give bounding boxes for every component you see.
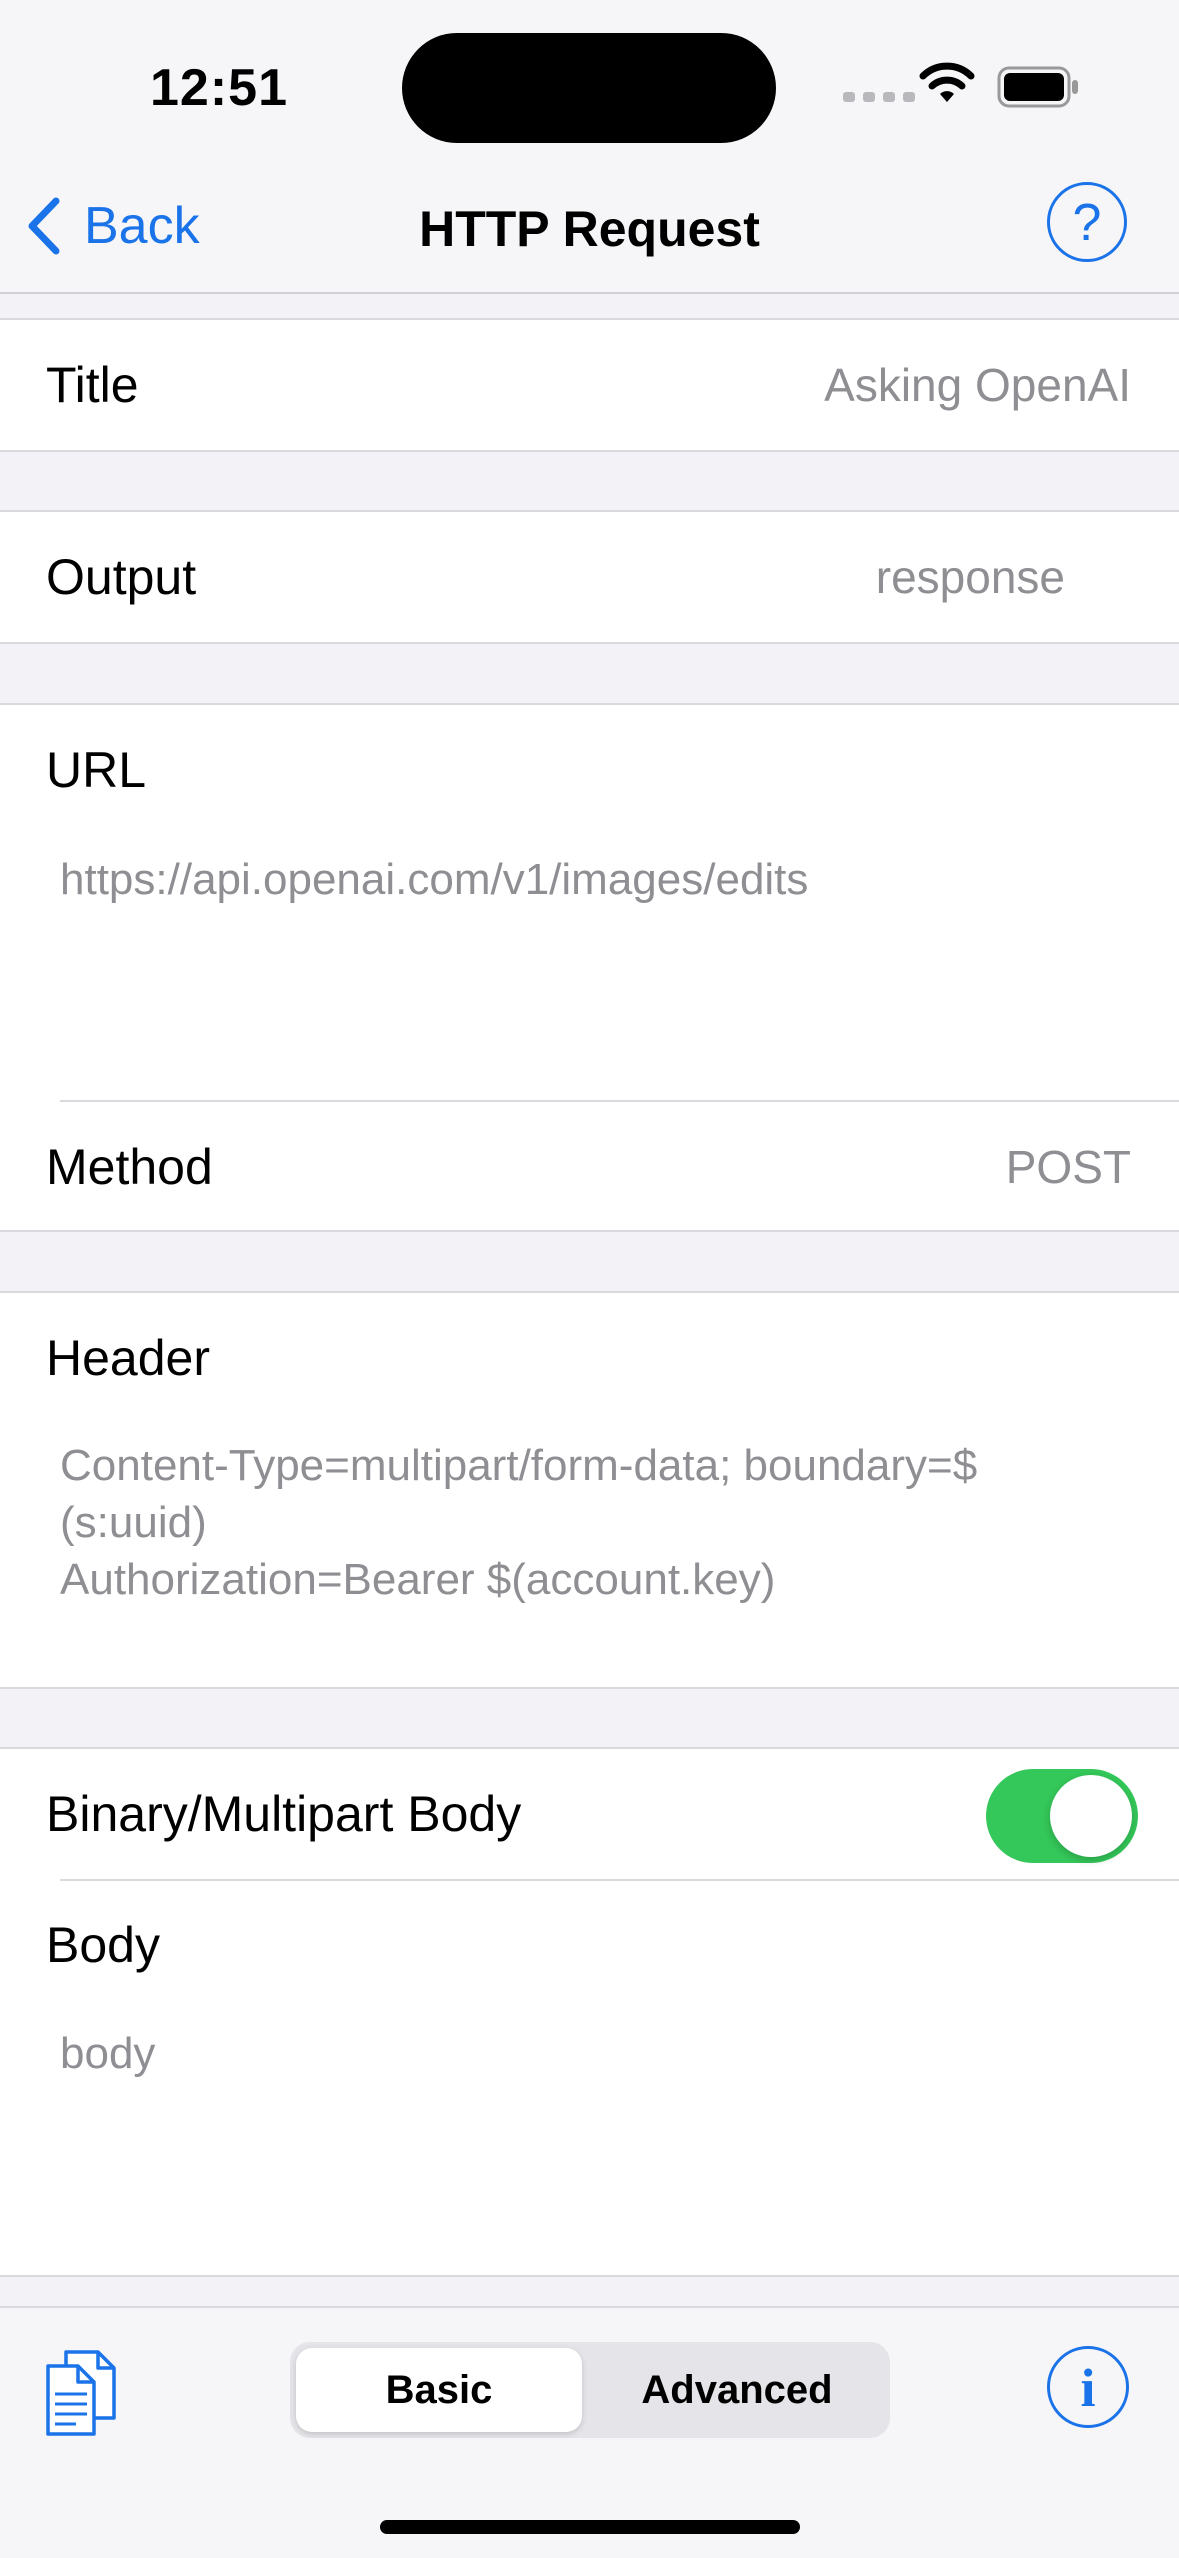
binary-body-label: Binary/Multipart Body: [46, 1786, 522, 1842]
status-bar: 12:51: [0, 0, 1179, 160]
output-group: Output response: [0, 510, 1179, 644]
divider: [60, 1879, 1179, 1881]
output-row[interactable]: Output response: [0, 512, 1179, 642]
url-field[interactable]: https://api.openai.com/v1/images/edits: [60, 851, 1120, 908]
output-label: Output: [46, 549, 197, 605]
segment-advanced[interactable]: Advanced: [590, 2348, 884, 2432]
bottom-toolbar: Basic Advanced i: [0, 2306, 1179, 2558]
home-indicator: [380, 2520, 800, 2534]
navigation-bar: Back HTTP Request ?: [0, 160, 1179, 294]
binary-body-toggle[interactable]: [986, 1769, 1138, 1863]
header-label: Header: [46, 1330, 210, 1386]
documents-icon[interactable]: [44, 2348, 118, 2438]
method-label: Method: [46, 1139, 213, 1195]
wifi-icon: [919, 62, 975, 102]
help-button[interactable]: ?: [1047, 182, 1127, 262]
info-button[interactable]: i: [1047, 2346, 1129, 2428]
title-group: Title Asking OpenAI: [0, 318, 1179, 452]
header-field[interactable]: Content-Type=multipart/form-data; bounda…: [60, 1437, 1120, 1608]
title-row[interactable]: Title Asking OpenAI: [0, 320, 1179, 450]
binary-body-row: Binary/Multipart Body: [0, 1749, 1179, 1879]
cellular-signal-icon: [843, 92, 915, 102]
output-field[interactable]: response: [876, 512, 1065, 642]
page-title: HTTP Request: [419, 201, 760, 257]
method-row[interactable]: Method POST: [0, 1102, 1179, 1232]
dynamic-island: [402, 33, 776, 143]
segment-basic[interactable]: Basic: [296, 2348, 582, 2432]
title-field[interactable]: Asking OpenAI: [824, 320, 1131, 450]
status-time: 12:51: [150, 59, 288, 117]
title-label: Title: [46, 357, 139, 413]
url-label: URL: [46, 742, 147, 798]
url-method-group: URL https://api.openai.com/v1/images/edi…: [0, 703, 1179, 1232]
body-field[interactable]: body: [60, 2025, 1120, 2082]
body-label: Body: [46, 1917, 160, 1973]
header-group: Header Content-Type=multipart/form-data;…: [0, 1291, 1179, 1689]
body-group: Binary/Multipart Body Body body: [0, 1747, 1179, 2277]
battery-icon: [997, 66, 1078, 108]
mode-segmented-control: Basic Advanced: [290, 2342, 890, 2438]
method-value[interactable]: POST: [1006, 1102, 1131, 1232]
